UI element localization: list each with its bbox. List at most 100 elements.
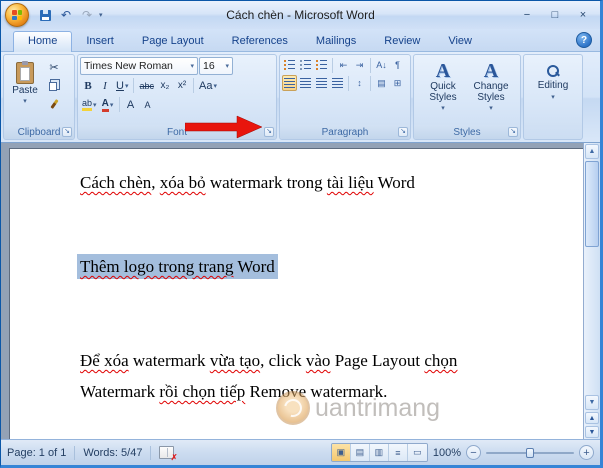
- zoom-in-button[interactable]: +: [579, 445, 594, 460]
- group-paragraph: ⇤ ⇥ A↓ ¶ ↕ ▤ ⊞ Paragrap: [279, 54, 411, 140]
- tab-insert[interactable]: Insert: [72, 32, 128, 51]
- qat-customize-button[interactable]: ▾: [99, 11, 103, 19]
- titlebar: ↶ ↷ ▾ Cách chèn - Microsoft Word − □ ×: [1, 1, 600, 29]
- chevron-down-icon: ▾: [187, 62, 194, 70]
- zoom-slider[interactable]: [486, 452, 574, 454]
- zoom-slider-thumb[interactable]: [526, 448, 534, 458]
- italic-button[interactable]: I: [97, 77, 113, 94]
- paste-button[interactable]: Paste ▾: [6, 57, 44, 123]
- quick-access-toolbar: ↶ ↷ ▾: [36, 6, 103, 24]
- group-font: Times New Roman ▾ 16 ▾ B I U▾ abc x₂ x²: [77, 54, 277, 140]
- cut-button[interactable]: ✂: [46, 59, 62, 76]
- tab-view[interactable]: View: [434, 32, 486, 51]
- align-right-button[interactable]: [314, 75, 329, 91]
- increase-indent-button[interactable]: ⇥: [352, 57, 367, 73]
- bullets-icon: [284, 60, 295, 70]
- align-right-icon: [316, 78, 327, 88]
- clipboard-dialog-launcher[interactable]: ↘: [62, 127, 72, 137]
- styles-group-label: Styles: [453, 127, 480, 138]
- zoom-level[interactable]: 100%: [433, 447, 461, 459]
- grow-font-icon: A: [127, 99, 134, 111]
- copy-icon: [49, 82, 57, 91]
- subscript-button[interactable]: x₂: [157, 77, 173, 94]
- tab-references[interactable]: References: [218, 32, 302, 51]
- document-page[interactable]: Cách chèn, xóa bỏ watermark trong tài li…: [9, 148, 583, 439]
- align-center-button[interactable]: [298, 75, 313, 91]
- maximize-button[interactable]: □: [542, 6, 568, 24]
- font-group-label: Font: [167, 127, 187, 138]
- grow-font-button[interactable]: A: [123, 96, 139, 113]
- copy-button[interactable]: [46, 77, 62, 94]
- scroll-up-button[interactable]: ▲: [585, 144, 599, 159]
- tab-review[interactable]: Review: [370, 32, 434, 51]
- zoom-out-button[interactable]: −: [466, 445, 481, 460]
- print-layout-view-button[interactable]: ▣: [332, 444, 351, 461]
- font-size-value: 16: [203, 60, 215, 72]
- line-spacing-button[interactable]: ↕: [352, 75, 367, 91]
- decrease-indent-button[interactable]: ⇤: [336, 57, 351, 73]
- next-page-button[interactable]: ▼: [585, 426, 599, 438]
- draft-view-button[interactable]: ▭: [408, 444, 427, 461]
- numbering-button[interactable]: [298, 57, 313, 73]
- word-count[interactable]: Words: 5/47: [83, 447, 142, 459]
- chevron-down-icon: ▾: [551, 93, 555, 101]
- ribbon: Paste ▾ ✂ Clipboard ↘ Times New Roman ▾: [1, 51, 600, 143]
- redo-button[interactable]: ↷: [78, 6, 96, 24]
- justify-button[interactable]: [330, 75, 345, 91]
- format-painter-button[interactable]: [46, 95, 62, 112]
- shrink-font-button[interactable]: A: [140, 96, 156, 113]
- ribbon-tab-row: Home Insert Page Layout References Maili…: [1, 29, 600, 51]
- close-button[interactable]: ×: [570, 6, 596, 24]
- proofing-status-icon[interactable]: ✗: [159, 446, 174, 459]
- document-area: Cách chèn, xóa bỏ watermark trong tài li…: [1, 143, 600, 439]
- proofing-error-icon: ✗: [171, 453, 178, 462]
- quick-styles-icon: A: [436, 61, 450, 81]
- styles-dialog-launcher[interactable]: ↘: [508, 127, 518, 137]
- previous-page-button[interactable]: ▲: [585, 412, 599, 424]
- superscript-button[interactable]: x²: [174, 77, 190, 94]
- quick-styles-button[interactable]: A Quick Styles ▾: [420, 57, 466, 123]
- help-button[interactable]: ?: [576, 32, 592, 48]
- editing-button[interactable]: Editing ▾: [527, 57, 579, 102]
- chevron-down-icon: ▾: [93, 101, 97, 109]
- bullets-button[interactable]: [282, 57, 297, 73]
- paragraph-dialog-launcher[interactable]: ↘: [398, 127, 408, 137]
- page-indicator[interactable]: Page: 1 of 1: [7, 447, 66, 459]
- change-styles-button[interactable]: A Change Styles ▾: [468, 57, 514, 123]
- strikethrough-button[interactable]: abc: [137, 77, 156, 94]
- tab-page-layout[interactable]: Page Layout: [128, 32, 218, 51]
- multilevel-list-icon: [316, 60, 327, 70]
- numbering-icon: [300, 60, 311, 70]
- show-formatting-button[interactable]: ¶: [390, 57, 405, 73]
- font-dialog-launcher[interactable]: ↘: [264, 127, 274, 137]
- outline-view-button[interactable]: ≡: [389, 444, 408, 461]
- font-size-combo[interactable]: 16 ▾: [199, 57, 233, 75]
- undo-button[interactable]: ↶: [57, 6, 75, 24]
- quick-styles-label: Quick Styles: [421, 81, 465, 103]
- minimize-button[interactable]: −: [514, 6, 540, 24]
- tab-mailings[interactable]: Mailings: [302, 32, 370, 51]
- full-screen-view-button[interactable]: ▤: [351, 444, 370, 461]
- office-logo-icon: [12, 10, 22, 20]
- align-left-button[interactable]: [282, 75, 297, 91]
- text-highlight-button[interactable]: ab▾: [80, 96, 99, 113]
- office-button[interactable]: [5, 3, 29, 27]
- borders-button[interactable]: ⊞: [390, 75, 405, 91]
- font-color-button[interactable]: A▾: [100, 96, 116, 113]
- multilevel-list-button[interactable]: [314, 57, 329, 73]
- scrollbar-track[interactable]: [585, 160, 599, 394]
- justify-icon: [332, 78, 343, 88]
- save-button[interactable]: [36, 6, 54, 24]
- sort-button[interactable]: A↓: [374, 57, 389, 73]
- vertical-scrollbar[interactable]: ▲ ▼ ▲ ▼: [583, 143, 600, 439]
- tab-home[interactable]: Home: [13, 31, 72, 52]
- save-icon: [40, 10, 51, 21]
- web-layout-view-button[interactable]: ▥: [370, 444, 389, 461]
- font-name-combo[interactable]: Times New Roman ▾: [80, 57, 198, 75]
- shading-button[interactable]: ▤: [374, 75, 389, 91]
- bold-button[interactable]: B: [80, 77, 96, 94]
- underline-button[interactable]: U▾: [114, 77, 130, 94]
- scroll-down-button[interactable]: ▼: [585, 395, 599, 410]
- scrollbar-thumb[interactable]: [585, 161, 599, 247]
- change-case-button[interactable]: Aa▾: [197, 77, 219, 94]
